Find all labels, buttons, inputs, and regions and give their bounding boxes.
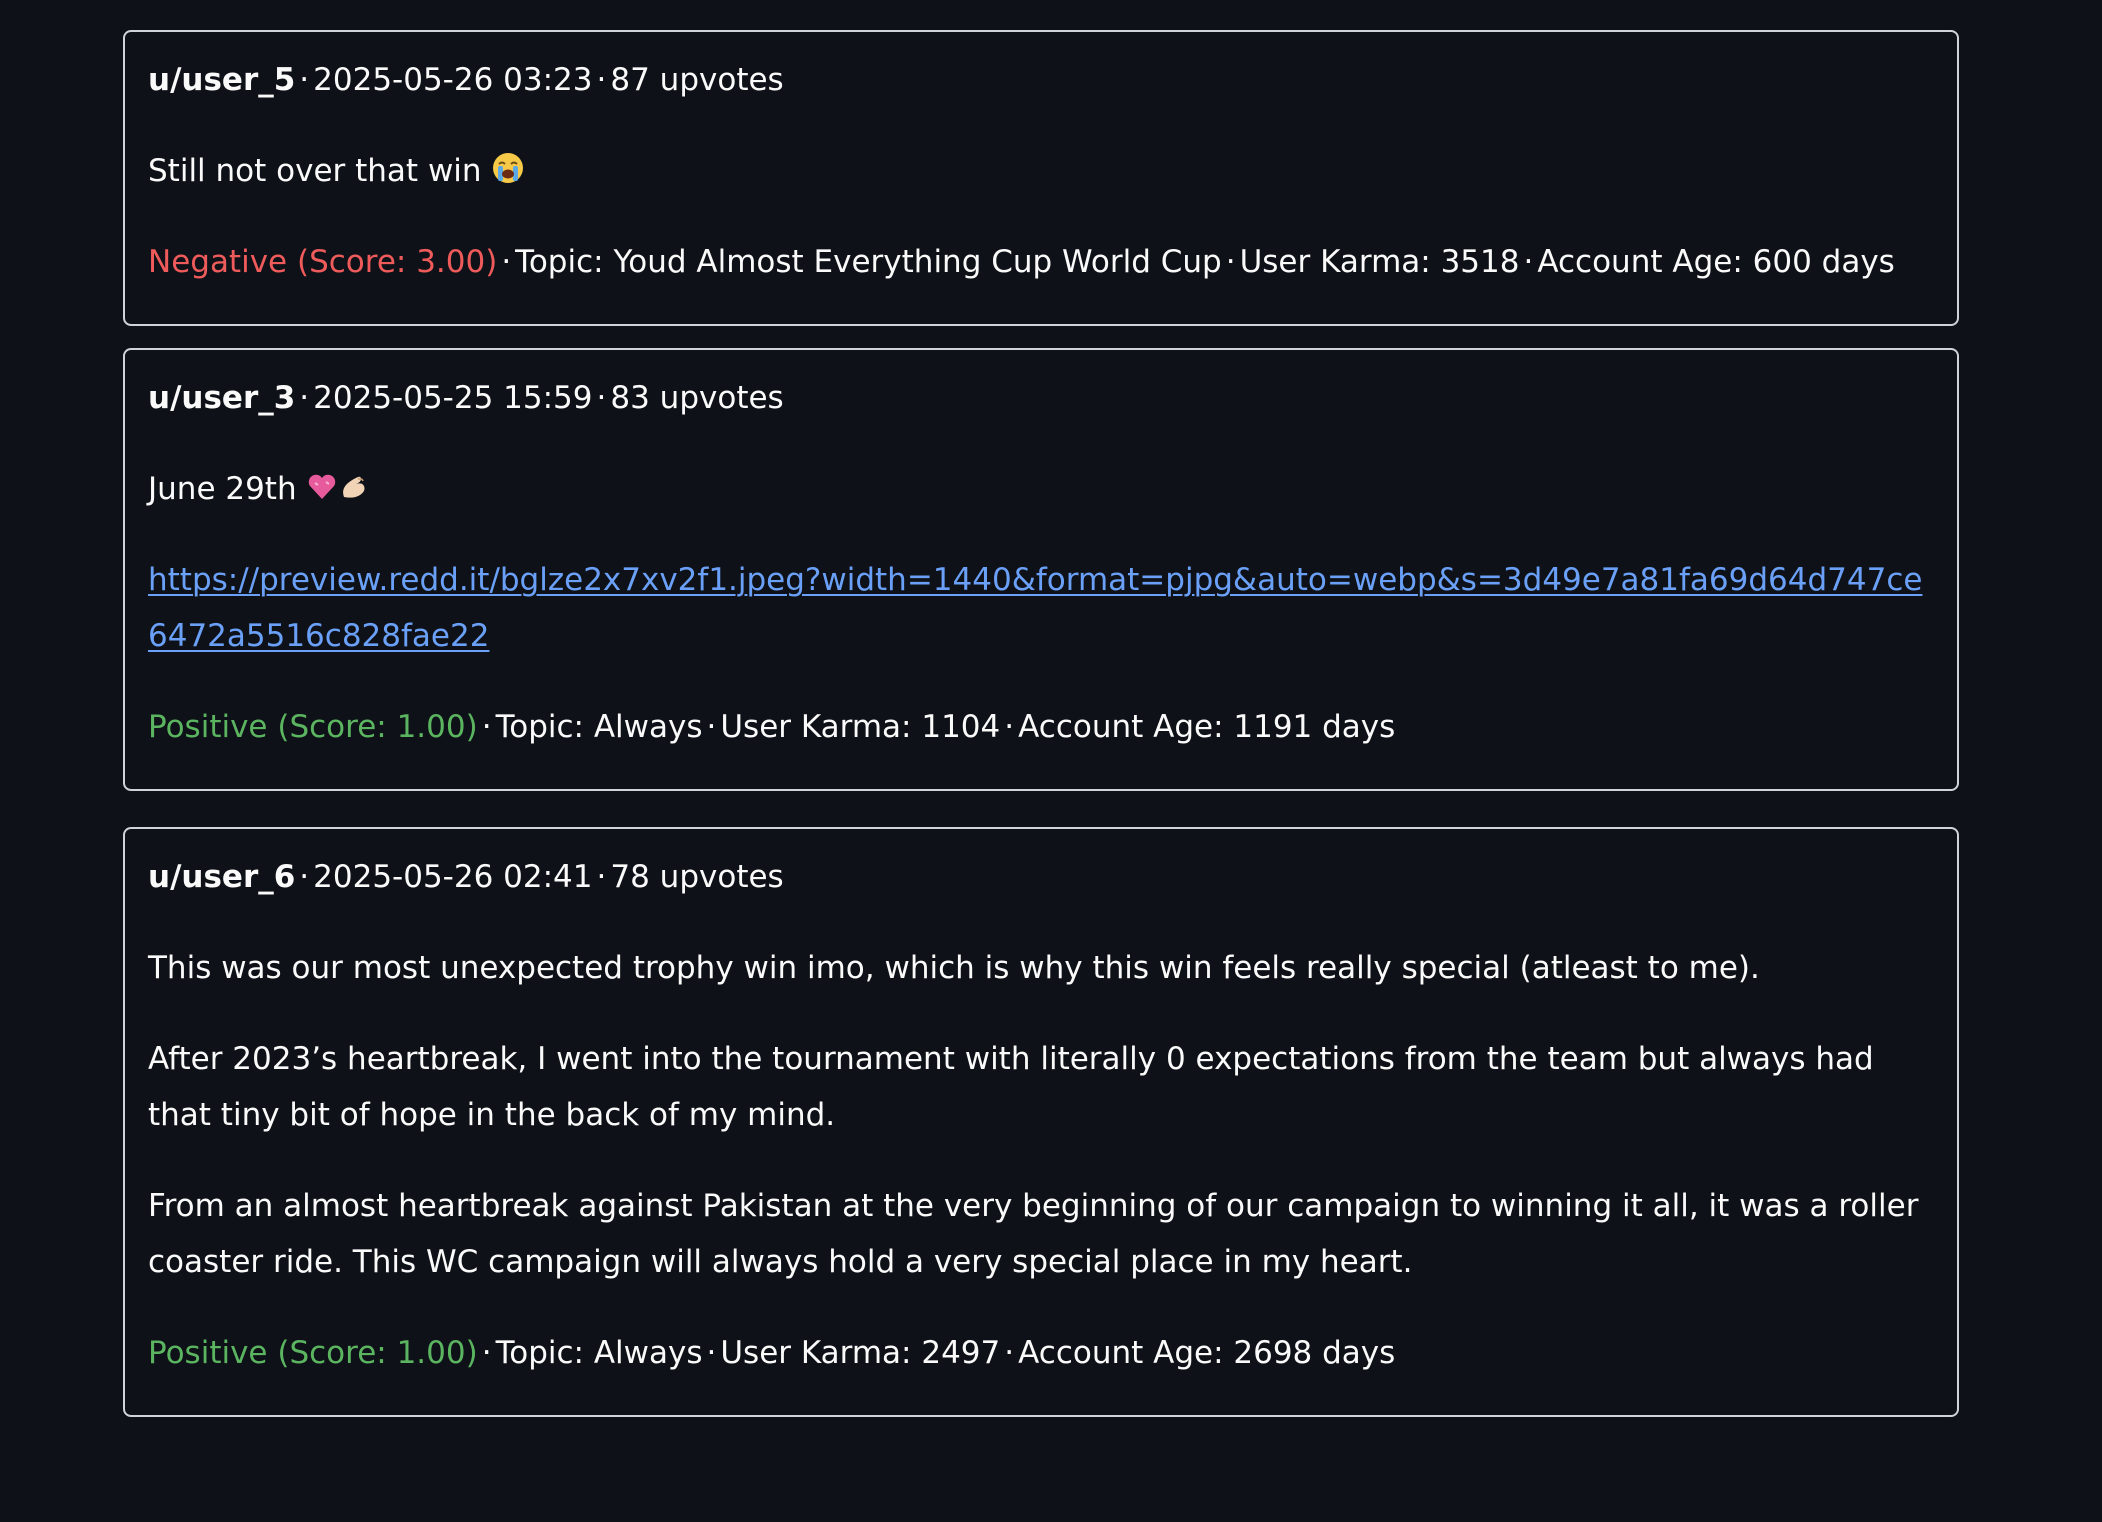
topic-label: Topic: Always — [495, 709, 703, 745]
comment-stats: Positive (Score: 1.00) · Topic: Always · Use… — [148, 699, 1934, 755]
separator: · — [596, 62, 607, 98]
separator: · — [706, 709, 717, 745]
upvote-count: 87 upvotes — [610, 62, 784, 98]
comment-card: u/user_3 · 2025-05-25 15:59 · 83 upvotes Jun… — [123, 348, 1959, 791]
separator: · — [481, 1335, 492, 1371]
pink-heart-icon — [306, 471, 338, 503]
separator: · — [299, 380, 310, 416]
timestamp: 2025-05-26 02:41 — [313, 859, 593, 895]
comment-body: Still not over that win — [148, 143, 1934, 199]
comment-feed: u/user_5 · 2025-05-26 03:23 · 87 upvotes Sti… — [123, 30, 1959, 1417]
separator: · — [1225, 244, 1236, 280]
comment-paragraph: This was our most unexpected trophy win … — [148, 950, 1760, 986]
separator: · — [596, 380, 607, 416]
separator: · — [1004, 1335, 1015, 1371]
separator: · — [1004, 709, 1015, 745]
separator: · — [299, 62, 310, 98]
comment-meta: u/user_5 · 2025-05-26 03:23 · 87 upvotes — [148, 52, 1934, 108]
user-karma: User Karma: 1104 — [720, 709, 1001, 745]
comment-body-link: https://preview.redd.it/bglze2x7xv2f1.jp… — [148, 552, 1934, 664]
comment-meta: u/user_6 · 2025-05-26 02:41 · 78 upvotes — [148, 849, 1934, 905]
separator: · — [501, 244, 512, 280]
sentiment-label: Negative (Score: 3.00) — [148, 244, 498, 280]
user-karma: User Karma: 2497 — [720, 1335, 1001, 1371]
comment-text: Still not over that win — [148, 153, 482, 189]
pinching-hand-icon — [338, 471, 370, 503]
comment-text: June 29th — [148, 471, 297, 507]
account-age: Account Age: 1191 days — [1018, 709, 1396, 745]
comment-card: u/user_6 · 2025-05-26 02:41 · 78 upvotes Thi… — [123, 827, 1959, 1417]
separator: · — [481, 709, 492, 745]
separator: · — [1523, 244, 1534, 280]
separator: · — [299, 859, 310, 895]
author-username[interactable]: u/user_3 — [148, 380, 295, 416]
crying-face-emoji-icon — [491, 151, 525, 185]
timestamp: 2025-05-26 03:23 — [313, 62, 593, 98]
sentiment-label: Positive (Score: 1.00) — [148, 709, 478, 745]
comment-paragraph: From an almost heartbreak against Pakist… — [148, 1188, 1919, 1280]
account-age: Account Age: 600 days — [1537, 244, 1895, 280]
topic-label: Topic: Youd Almost Everything Cup World … — [515, 244, 1222, 280]
user-karma: User Karma: 3518 — [1239, 244, 1520, 280]
comment-stats: Positive (Score: 1.00) · Topic: Always · Use… — [148, 1325, 1934, 1381]
topic-label: Topic: Always — [495, 1335, 703, 1371]
separator: · — [706, 1335, 717, 1371]
upvote-count: 78 upvotes — [610, 859, 784, 895]
sentiment-label: Positive (Score: 1.00) — [148, 1335, 478, 1371]
comment-body: June 29th — [148, 461, 1934, 517]
comment-card: u/user_5 · 2025-05-26 03:23 · 87 upvotes Sti… — [123, 30, 1959, 326]
separator: · — [596, 859, 607, 895]
author-username[interactable]: u/user_6 — [148, 859, 295, 895]
upvote-count: 83 upvotes — [610, 380, 784, 416]
author-username[interactable]: u/user_5 — [148, 62, 295, 98]
timestamp: 2025-05-25 15:59 — [313, 380, 593, 416]
comment-meta: u/user_3 · 2025-05-25 15:59 · 83 upvotes — [148, 370, 1934, 426]
image-link[interactable]: https://preview.redd.it/bglze2x7xv2f1.jp… — [148, 562, 1922, 654]
account-age: Account Age: 2698 days — [1018, 1335, 1396, 1371]
comment-paragraph: After 2023’s heartbreak, I went into the… — [148, 1041, 1874, 1133]
comment-stats: Negative (Score: 3.00) · Topic: Youd Almos… — [148, 234, 1934, 290]
